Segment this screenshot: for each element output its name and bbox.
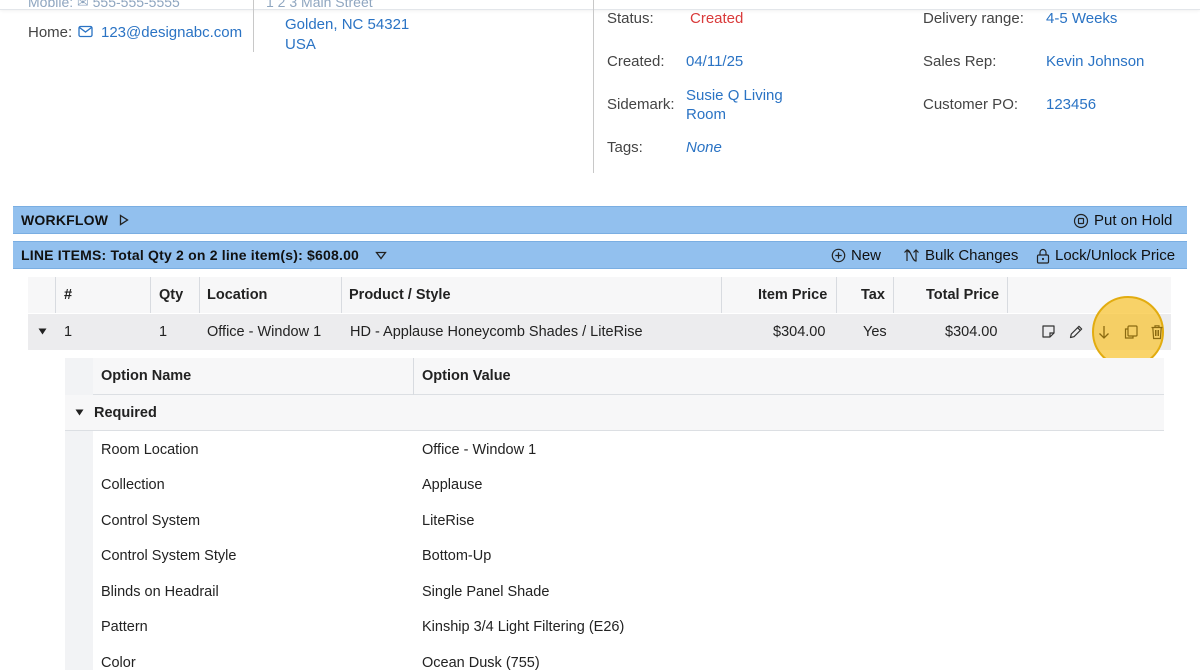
row-item-price: $304.00 (773, 324, 826, 340)
option-name: Room Location (101, 442, 199, 458)
col-separator (836, 277, 837, 313)
options-header-row (93, 358, 1164, 395)
row-collapse-icon[interactable] (38, 328, 47, 335)
sales-rep-value[interactable]: Kevin Johnson (1046, 53, 1144, 70)
expand-triangle-icon[interactable] (119, 214, 129, 226)
move-down-icon[interactable] (1097, 324, 1111, 340)
option-name: Control System (101, 513, 201, 529)
col-separator (199, 277, 200, 313)
lock-unlock-price-button[interactable]: Lock/Unlock Price (1036, 247, 1175, 264)
customer-po-value[interactable]: 123456 (1046, 96, 1096, 113)
options-col-name[interactable]: Option Name (101, 368, 191, 384)
home-label: Home: (28, 24, 73, 41)
options-col-value[interactable]: Option Value (422, 368, 511, 384)
col-separator (893, 277, 894, 313)
address-line-partial: 1 2 3 Main Street (266, 0, 373, 10)
workflow-bar[interactable]: WORKFLOW Put on Hold (13, 206, 1187, 234)
options-group-label: Required (94, 405, 157, 421)
put-on-hold-button[interactable]: Put on Hold (1073, 212, 1172, 229)
row-qty: 1 (159, 324, 168, 340)
col-header-product[interactable]: Product / Style (349, 287, 451, 303)
collapse-triangle-icon[interactable] (375, 251, 387, 260)
option-value: Single Panel Shade (422, 584, 550, 600)
col-header-location[interactable]: Location (207, 287, 267, 303)
new-label: New (851, 247, 882, 264)
top-edge (0, 0, 1200, 10)
new-line-item-button[interactable]: New (831, 247, 881, 264)
row-product: HD - Applause Honeycomb Shades / LiteRis… (350, 324, 643, 340)
details-divider (593, 0, 594, 173)
created-label: Created: (607, 53, 665, 70)
col-separator (1007, 277, 1008, 313)
col-header-number[interactable]: # (64, 287, 72, 303)
status-label: Status: (607, 10, 654, 27)
workflow-title: WORKFLOW (21, 212, 109, 228)
pause-circle-icon (1073, 213, 1089, 228)
col-separator (721, 277, 722, 313)
line-items-bar[interactable]: LINE ITEMS: Total Qty 2 on 2 line item(s… (13, 241, 1187, 269)
email-icon (78, 25, 93, 38)
address-country[interactable]: USA (285, 36, 316, 53)
option-name: Collection (101, 477, 165, 493)
edit-pencil-icon[interactable] (1068, 324, 1084, 340)
tags-value[interactable]: None (686, 139, 722, 156)
sidemark-label: Sidemark: (607, 96, 675, 113)
option-value: Ocean Dusk (755) (422, 655, 540, 670)
option-name: Control System Style (101, 548, 237, 564)
col-separator (55, 277, 56, 313)
delivery-range-label: Delivery range: (923, 10, 1024, 27)
plus-circle-icon (831, 248, 846, 263)
sidemark-value-line2[interactable]: Room (686, 106, 726, 123)
trash-icon[interactable] (1150, 324, 1164, 340)
note-icon[interactable] (1041, 324, 1056, 339)
col-header-qty[interactable]: Qty (159, 287, 183, 303)
options-group-row[interactable] (65, 395, 1164, 431)
row-total-price: $304.00 (945, 324, 998, 340)
bulk-arrows-icon (904, 249, 919, 262)
line-items-title: LINE ITEMS: Total Qty 2 on 2 line item(s… (21, 247, 360, 263)
bulk-changes-label: Bulk Changes (925, 247, 1019, 264)
row-location: Office - Window 1 (207, 324, 322, 340)
sidemark-value-line1[interactable]: Susie Q Living (686, 87, 783, 104)
customer-po-label: Customer PO: (923, 96, 1019, 113)
status-value: Created (690, 10, 744, 27)
lock-unlock-label: Lock/Unlock Price (1055, 247, 1176, 264)
col-separator (341, 277, 342, 313)
bulk-changes-button[interactable]: Bulk Changes (903, 247, 1018, 264)
home-email-link[interactable]: 123@designabc.com (101, 24, 242, 41)
put-on-hold-label: Put on Hold (1094, 212, 1173, 229)
col-separator (150, 277, 151, 313)
delivery-range-value[interactable]: 4-5 Weeks (1046, 10, 1117, 27)
option-name: Color (101, 655, 136, 670)
option-value: Bottom-Up (422, 548, 492, 564)
sales-rep-label: Sales Rep: (923, 53, 997, 70)
option-value: Kinship 3/4 Light Filtering (E26) (422, 619, 625, 635)
option-value: LiteRise (422, 513, 475, 529)
address-city[interactable]: Golden, NC 54321 (285, 16, 409, 33)
row-tax: Yes (863, 324, 887, 340)
col-header-tax[interactable]: Tax (861, 287, 885, 303)
col-header-item-price[interactable]: Item Price (758, 287, 827, 303)
group-collapse-icon[interactable] (75, 409, 84, 416)
option-value: Applause (422, 477, 483, 493)
option-name: Pattern (101, 619, 148, 635)
created-value[interactable]: 04/11/25 (686, 53, 743, 70)
lock-icon (1036, 248, 1050, 264)
col-header-total-price[interactable]: Total Price (926, 287, 999, 303)
copy-icon[interactable] (1123, 324, 1139, 340)
option-value: Office - Window 1 (422, 442, 537, 458)
options-col-separator (413, 358, 414, 395)
row-number: 1 (64, 324, 73, 340)
tags-label: Tags: (607, 139, 643, 156)
mobile-line-partial: Mobile: ✉ 555-555-5555 (28, 0, 180, 10)
option-name: Blinds on Headrail (101, 584, 219, 600)
contact-divider (253, 0, 254, 52)
